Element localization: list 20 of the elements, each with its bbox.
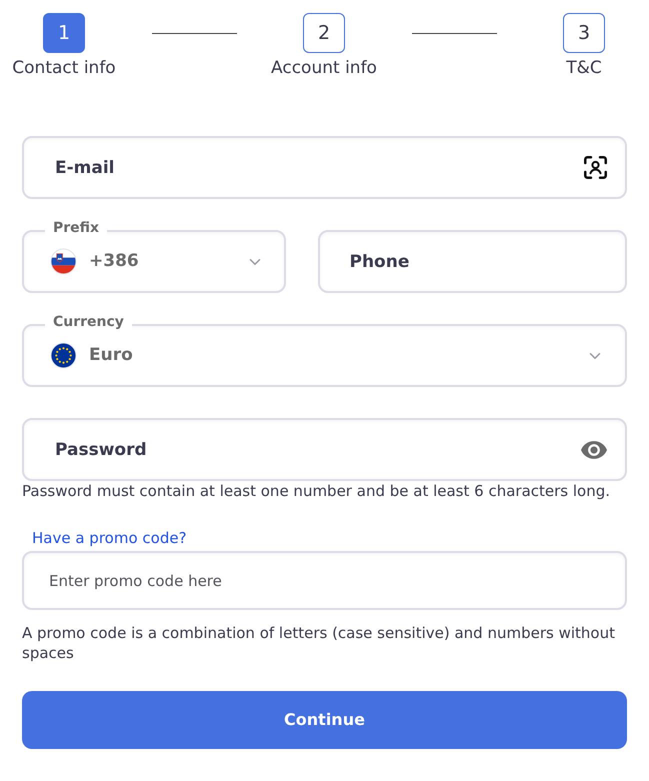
currency-label: Currency — [45, 313, 132, 331]
step-label: T&C — [566, 57, 602, 79]
email-field[interactable]: E-mail — [22, 136, 627, 199]
promo-code-field[interactable]: Enter promo code here — [22, 551, 627, 610]
phone-field[interactable]: Phone — [318, 230, 627, 293]
step-number: 3 — [563, 13, 605, 53]
promo-code-hint: A promo code is a combination of letters (case sensitive) and numbers without spaces — [22, 623, 616, 663]
prefix-label: Prefix — [45, 219, 108, 237]
password-field[interactable]: Password — [22, 418, 627, 481]
eye-icon[interactable] — [581, 441, 607, 459]
slovenian-flag-icon — [50, 248, 77, 275]
password-hint: Password must contain at least one number and be at least 6 characters long. — [22, 481, 612, 501]
eu-flag-icon — [50, 342, 77, 369]
continue-button[interactable]: Continue — [22, 691, 627, 749]
promo-code-link[interactable]: Have a promo code? — [32, 528, 187, 548]
step-label: Account info — [271, 57, 377, 79]
step-number: 2 — [303, 13, 345, 53]
user-scan-icon[interactable] — [584, 156, 607, 179]
step-number: 1 — [43, 13, 85, 53]
step-label: Contact info — [12, 57, 116, 79]
